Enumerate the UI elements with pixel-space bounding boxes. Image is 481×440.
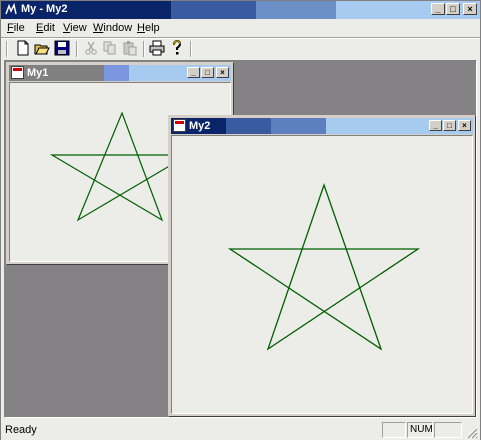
close-button[interactable]: × [458, 120, 471, 131]
close-button[interactable]: × [463, 3, 477, 15]
main-window: My - My2 _ □ × File Edit View Window Hel… [0, 0, 481, 440]
menu-edit[interactable]: Edit [36, 22, 55, 34]
menu-window[interactable]: Window [93, 22, 132, 34]
close-icon: × [467, 4, 473, 14]
size-grip-icon[interactable] [465, 426, 478, 439]
menu-view[interactable]: View [63, 22, 87, 34]
minimize-icon: _ [433, 121, 438, 130]
app-icon [4, 3, 18, 17]
child-title-bar[interactable]: My2 _ □ × [171, 118, 473, 134]
status-bar: Ready NUM [1, 420, 480, 440]
new-icon[interactable] [15, 40, 31, 56]
open-icon[interactable] [34, 40, 50, 56]
cut-icon[interactable] [83, 40, 99, 56]
toolbar-separator [190, 41, 192, 57]
child-title: My2 [189, 120, 211, 132]
star-drawing [227, 183, 421, 351]
minimize-icon: _ [435, 4, 441, 14]
maximize-button[interactable]: □ [446, 3, 460, 15]
save-icon[interactable] [54, 40, 70, 56]
document-icon [11, 66, 24, 79]
child-title: My1 [27, 67, 49, 79]
status-pane-caps [382, 422, 406, 438]
maximize-icon: □ [205, 68, 210, 77]
menu-help[interactable]: Help [137, 22, 160, 34]
minimize-icon: _ [191, 68, 196, 77]
document-icon [173, 119, 186, 132]
maximize-button[interactable]: □ [443, 120, 456, 131]
close-button[interactable]: × [216, 67, 229, 78]
minimize-button[interactable]: _ [187, 67, 200, 78]
paste-icon[interactable] [122, 40, 138, 56]
child-window-my2[interactable]: My2 _ □ × [168, 115, 476, 417]
menu-file[interactable]: File [7, 22, 25, 34]
about-icon[interactable] [169, 40, 185, 56]
close-icon: × [220, 68, 225, 77]
minimize-button[interactable]: _ [429, 120, 442, 131]
window-title: My - My2 [21, 3, 68, 15]
print-icon[interactable] [149, 40, 165, 56]
minimize-button[interactable]: _ [431, 3, 445, 15]
status-pane-scrl [434, 422, 462, 438]
toolbar-separator [143, 41, 145, 57]
child-title-bar[interactable]: My1 _ □ × [9, 65, 231, 81]
close-icon: × [462, 121, 467, 130]
toolbar [1, 39, 480, 59]
status-text: Ready [5, 424, 37, 436]
maximize-icon: □ [450, 4, 456, 14]
status-pane-num: NUM [407, 422, 433, 438]
maximize-button[interactable]: □ [201, 67, 214, 78]
toolbar-separator [76, 41, 78, 57]
child-client-area[interactable] [171, 135, 473, 414]
maximize-icon: □ [447, 121, 452, 130]
menu-bar: File Edit View Window Help [1, 19, 480, 37]
copy-icon[interactable] [102, 40, 118, 56]
title-bar[interactable]: My - My2 _ □ × [1, 1, 480, 19]
toolbar-grip [6, 41, 8, 57]
